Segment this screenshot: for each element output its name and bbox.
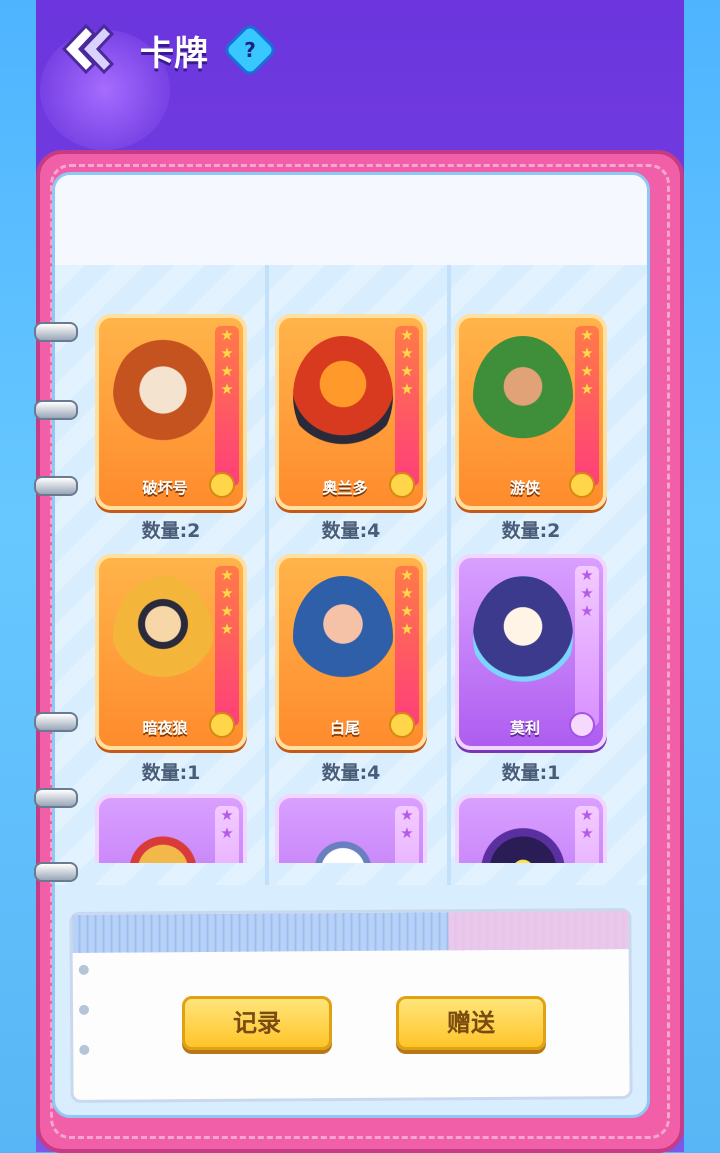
star-icon: ★ bbox=[400, 380, 414, 398]
card-portrait bbox=[113, 576, 213, 696]
card-shadow[interactable]: ★ ★ bbox=[455, 794, 607, 863]
card-aolanduo[interactable]: ★ ★ ★ ★ 奥兰多 bbox=[275, 314, 427, 510]
card-anyelang[interactable]: ★ ★ ★ ★ 暗夜狼 bbox=[95, 554, 247, 750]
star-icon: ★ bbox=[580, 806, 594, 824]
card-name: 破坏号 bbox=[142, 479, 188, 497]
star-icon: ★ bbox=[580, 362, 594, 380]
medal-icon bbox=[209, 712, 235, 738]
medal-icon bbox=[569, 712, 595, 738]
star-icon: ★ bbox=[400, 620, 414, 638]
card-bottle[interactable]: ★ ★ bbox=[275, 794, 427, 863]
binder-ring bbox=[34, 322, 78, 342]
card-name: 莫利 bbox=[509, 719, 540, 737]
card-grid[interactable]: ★ ★ ★ ★ 破坏号 ★ ★ ★ ★ 奥兰多 ★ ★ ★ ★ 游侠 数量:2 数量:4 数量:2… bbox=[90, 300, 640, 863]
star-icon: ★ bbox=[400, 824, 414, 842]
help-icon: ? bbox=[244, 38, 256, 62]
card-portrait bbox=[113, 816, 213, 863]
star-icon: ★ bbox=[400, 584, 414, 602]
card-star-bar: ★ ★ ★ ★ bbox=[395, 566, 419, 726]
star-icon: ★ bbox=[220, 566, 234, 584]
binder-ring bbox=[34, 400, 78, 420]
star-icon: ★ bbox=[580, 380, 594, 398]
medal-icon bbox=[389, 712, 415, 738]
card-youxia[interactable]: ★ ★ ★ ★ 游侠 bbox=[455, 314, 607, 510]
card-portrait bbox=[293, 576, 393, 696]
card-name: 白尾 bbox=[329, 719, 360, 737]
medal-icon bbox=[389, 472, 415, 498]
star-icon: ★ bbox=[220, 824, 234, 842]
card-baiwei[interactable]: ★ ★ ★ ★ 白尾 bbox=[275, 554, 427, 750]
star-icon: ★ bbox=[400, 362, 414, 380]
card-quantity: 数量:2 bbox=[141, 520, 201, 542]
star-icon: ★ bbox=[220, 806, 234, 824]
card-star-bar: ★ ★ ★ ★ bbox=[395, 326, 419, 486]
star-icon: ★ bbox=[220, 584, 234, 602]
paper-hole bbox=[78, 1004, 90, 1015]
star-icon: ★ bbox=[580, 602, 594, 620]
star-icon: ★ bbox=[220, 380, 234, 398]
card-name: 游侠 bbox=[509, 479, 540, 497]
card-star-bar: ★ ★ bbox=[215, 806, 239, 863]
page-header-area bbox=[55, 175, 647, 265]
tape-strip-pink bbox=[448, 911, 629, 951]
star-icon: ★ bbox=[580, 344, 594, 362]
card-portrait bbox=[473, 576, 573, 696]
star-icon: ★ bbox=[220, 344, 234, 362]
star-icon: ★ bbox=[400, 566, 414, 584]
card-star-bar: ★ ★ bbox=[395, 806, 419, 863]
star-icon: ★ bbox=[400, 806, 414, 824]
card-pohuaihao[interactable]: ★ ★ ★ ★ 破坏号 bbox=[95, 314, 247, 510]
card-portrait bbox=[473, 816, 573, 863]
card-star-bar: ★ ★ ★ ★ bbox=[215, 566, 239, 726]
paper-hole bbox=[78, 964, 89, 975]
card-star-bar: ★ ★ ★ bbox=[575, 566, 599, 726]
card-portrait bbox=[113, 336, 213, 456]
card-star-bar: ★ ★ bbox=[575, 806, 599, 863]
card-quantity: 数量:4 bbox=[321, 520, 381, 542]
star-icon: ★ bbox=[220, 326, 234, 344]
star-icon: ★ bbox=[400, 602, 414, 620]
page-title: 卡牌 bbox=[140, 34, 208, 74]
binder-ring bbox=[34, 862, 78, 882]
gift-button[interactable]: 赠送 bbox=[396, 996, 546, 1050]
star-icon: ★ bbox=[220, 620, 234, 638]
binder-ring bbox=[34, 712, 78, 732]
card-name: 奥兰多 bbox=[322, 479, 368, 497]
card-quantity: 数量:1 bbox=[501, 762, 561, 784]
binder-rings bbox=[34, 0, 78, 1152]
card-portrait bbox=[473, 336, 573, 456]
card-quantity: 数量:4 bbox=[321, 762, 381, 784]
binder-ring bbox=[34, 476, 78, 496]
star-icon: ★ bbox=[580, 824, 594, 842]
star-icon: ★ bbox=[580, 326, 594, 344]
medal-icon bbox=[209, 472, 235, 498]
card-quantity: 数量:1 bbox=[141, 762, 201, 784]
paper-hole bbox=[79, 1044, 90, 1055]
star-icon: ★ bbox=[220, 602, 234, 620]
star-icon: ★ bbox=[580, 566, 594, 584]
card-star-bar: ★ ★ ★ ★ bbox=[575, 326, 599, 486]
card-knight[interactable]: ★ ★ bbox=[95, 794, 247, 863]
card-quantity: 数量:2 bbox=[501, 520, 561, 542]
action-panel bbox=[69, 908, 633, 1103]
binder-ring bbox=[34, 788, 78, 808]
star-icon: ★ bbox=[580, 584, 594, 602]
card-name: 暗夜狼 bbox=[142, 719, 188, 737]
tape-strip bbox=[72, 911, 629, 953]
card-portrait bbox=[293, 816, 393, 863]
card-star-bar: ★ ★ ★ ★ bbox=[215, 326, 239, 486]
card-moli[interactable]: ★ ★ ★ 莫利 bbox=[455, 554, 607, 750]
record-button[interactable]: 记录 bbox=[182, 996, 332, 1050]
card-portrait bbox=[293, 336, 393, 456]
star-icon: ★ bbox=[220, 362, 234, 380]
medal-icon bbox=[569, 472, 595, 498]
star-icon: ★ bbox=[400, 344, 414, 362]
star-icon: ★ bbox=[400, 326, 414, 344]
